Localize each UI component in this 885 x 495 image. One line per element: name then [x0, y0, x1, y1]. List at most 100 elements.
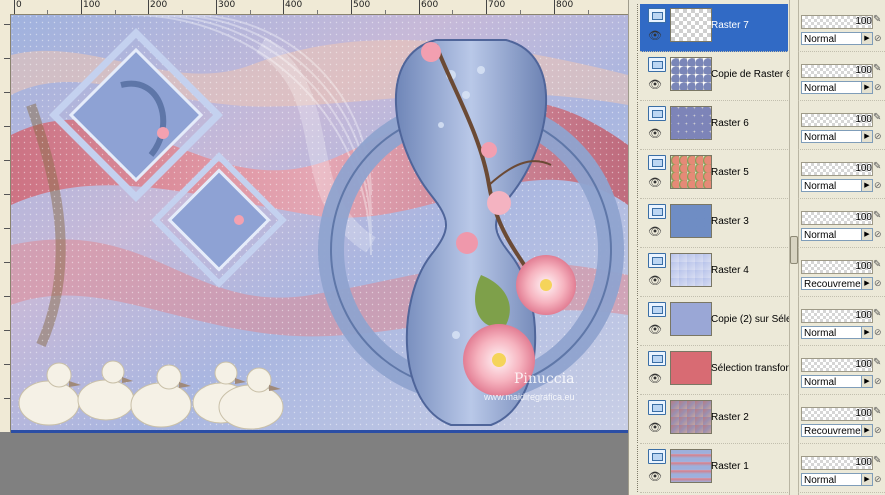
layer-name[interactable]: Raster 7 [711, 20, 789, 31]
lock-icon[interactable]: ⊘ [874, 81, 883, 94]
lock-icon[interactable]: ⊘ [874, 277, 883, 290]
layer-name[interactable]: Raster 6 [711, 118, 789, 129]
blend-mode-select[interactable]: Normal [801, 326, 869, 339]
eye-icon[interactable]: 👁 [648, 472, 662, 483]
eye-icon[interactable]: 👁 [648, 178, 662, 189]
layer-row[interactable]: 👁 Sélection transformée [637, 347, 789, 395]
edit-pen-icon[interactable]: ✎ [873, 406, 883, 418]
watermark-url: www.maidiregrafica.eu [483, 392, 575, 402]
lock-icon[interactable]: ⊘ [874, 228, 883, 241]
layer-thumbnail [670, 302, 712, 336]
layer-name[interactable]: Raster 1 [711, 461, 789, 472]
edit-pen-icon[interactable]: ✎ [873, 210, 883, 222]
edit-pen-icon[interactable]: ✎ [873, 357, 883, 369]
layer-group-icon[interactable] [648, 253, 666, 268]
chevron-right-icon[interactable]: ▶ [861, 228, 873, 241]
opacity-value[interactable]: 100 [838, 162, 872, 175]
layer-row[interactable]: 👁 Raster 7 [637, 4, 789, 52]
blend-mode-select[interactable]: Recouvrement [801, 277, 869, 290]
layer-group-icon[interactable] [648, 449, 666, 464]
chevron-right-icon[interactable]: ▶ [861, 375, 873, 388]
opacity-value[interactable]: 100 [838, 456, 872, 469]
layer-tree-line [637, 4, 639, 51]
blend-mode-select[interactable]: Recouvrement [801, 424, 869, 437]
opacity-value[interactable]: 100 [838, 211, 872, 224]
chevron-right-icon[interactable]: ▶ [861, 81, 873, 94]
chevron-right-icon[interactable]: ▶ [861, 473, 873, 486]
opacity-value[interactable]: 100 [838, 358, 872, 371]
edit-pen-icon[interactable]: ✎ [873, 14, 883, 26]
chevron-right-icon[interactable]: ▶ [861, 179, 873, 192]
blend-mode-select[interactable]: Normal [801, 130, 869, 143]
blend-mode-select[interactable]: Normal [801, 375, 869, 388]
layer-group-icon[interactable] [648, 302, 666, 317]
layer-group-icon[interactable] [648, 8, 666, 23]
layer-row[interactable]: 👁 Copie (2) sur Sélection [637, 298, 789, 346]
layer-row[interactable]: 👁 Raster 6 [637, 102, 789, 150]
chevron-right-icon[interactable]: ▶ [861, 424, 873, 437]
layer-row[interactable]: 👁 Raster 5 [637, 151, 789, 199]
opacity-value[interactable]: 100 [838, 407, 872, 420]
blend-mode-select[interactable]: Normal [801, 179, 869, 192]
chevron-right-icon[interactable]: ▶ [861, 277, 873, 290]
layer-group-icon[interactable] [648, 400, 666, 415]
layer-row[interactable]: 👁 Raster 1 [637, 445, 789, 493]
eye-icon[interactable]: 👁 [648, 325, 662, 336]
lock-icon[interactable]: ⊘ [874, 32, 883, 45]
lock-icon[interactable]: ⊘ [874, 179, 883, 192]
blend-mode-select[interactable]: Normal [801, 473, 869, 486]
eye-icon[interactable]: 👁 [648, 374, 662, 385]
edit-pen-icon[interactable]: ✎ [873, 161, 883, 173]
layer-tree-line [637, 151, 639, 198]
layer-name[interactable]: Copie (2) sur Sélection [711, 314, 789, 325]
lock-icon[interactable]: ⊘ [874, 326, 883, 339]
layer-thumbnail [670, 155, 712, 189]
edit-pen-icon[interactable]: ✎ [873, 63, 883, 75]
eye-icon[interactable]: 👁 [648, 129, 662, 140]
layer-name[interactable]: Raster 5 [711, 167, 789, 178]
opacity-value[interactable]: 100 [838, 113, 872, 126]
layer-group-icon[interactable] [648, 155, 666, 170]
layer-row[interactable]: 👁 Copie de Raster 6 [637, 53, 789, 101]
eye-icon[interactable]: 👁 [648, 31, 662, 42]
opacity-value[interactable]: 100 [838, 64, 872, 77]
eye-icon[interactable]: 👁 [648, 80, 662, 91]
blend-mode-select[interactable]: Normal [801, 81, 869, 94]
opacity-value[interactable]: 100 [838, 260, 872, 273]
opacity-value[interactable]: 100 [838, 15, 872, 28]
edit-pen-icon[interactable]: ✎ [873, 308, 883, 320]
chevron-right-icon[interactable]: ▶ [861, 32, 873, 45]
edit-pen-icon[interactable]: ✎ [873, 259, 883, 271]
edit-pen-icon[interactable]: ✎ [873, 112, 883, 124]
layer-properties: 100 ✎ Normal ▶ ⊘ [798, 200, 885, 248]
opacity-value[interactable]: 100 [838, 309, 872, 322]
layer-properties: 100 ✎ Normal ▶ ⊘ [798, 298, 885, 346]
lock-icon[interactable]: ⊘ [874, 375, 883, 388]
blend-mode-select[interactable]: Normal [801, 228, 869, 241]
layer-name[interactable]: Copie de Raster 6 [711, 69, 789, 80]
layer-name[interactable]: Raster 2 [711, 412, 789, 423]
layer-group-icon[interactable] [648, 106, 666, 121]
eye-icon[interactable]: 👁 [648, 276, 662, 287]
layer-thumbnail [670, 351, 712, 385]
image-canvas[interactable]: Pinuccia www.maidiregrafica.eu [11, 15, 628, 433]
layer-row[interactable]: 👁 Raster 3 [637, 200, 789, 248]
eye-icon[interactable]: 👁 [648, 423, 662, 434]
splitter-handle[interactable] [790, 236, 798, 264]
layer-group-icon[interactable] [648, 351, 666, 366]
layer-name[interactable]: Raster 4 [711, 265, 789, 276]
layer-name[interactable]: Raster 3 [711, 216, 789, 227]
eye-icon[interactable]: 👁 [648, 227, 662, 238]
layer-group-icon[interactable] [648, 57, 666, 72]
layer-row[interactable]: 👁 Raster 4 [637, 249, 789, 297]
chevron-right-icon[interactable]: ▶ [861, 130, 873, 143]
edit-pen-icon[interactable]: ✎ [873, 455, 883, 467]
lock-icon[interactable]: ⊘ [874, 473, 883, 486]
layer-group-icon[interactable] [648, 204, 666, 219]
lock-icon[interactable]: ⊘ [874, 424, 883, 437]
blend-mode-select[interactable]: Normal [801, 32, 869, 45]
layer-row[interactable]: 👁 Raster 2 [637, 396, 789, 444]
layer-name[interactable]: Sélection transformée [711, 363, 789, 374]
chevron-right-icon[interactable]: ▶ [861, 326, 873, 339]
lock-icon[interactable]: ⊘ [874, 130, 883, 143]
